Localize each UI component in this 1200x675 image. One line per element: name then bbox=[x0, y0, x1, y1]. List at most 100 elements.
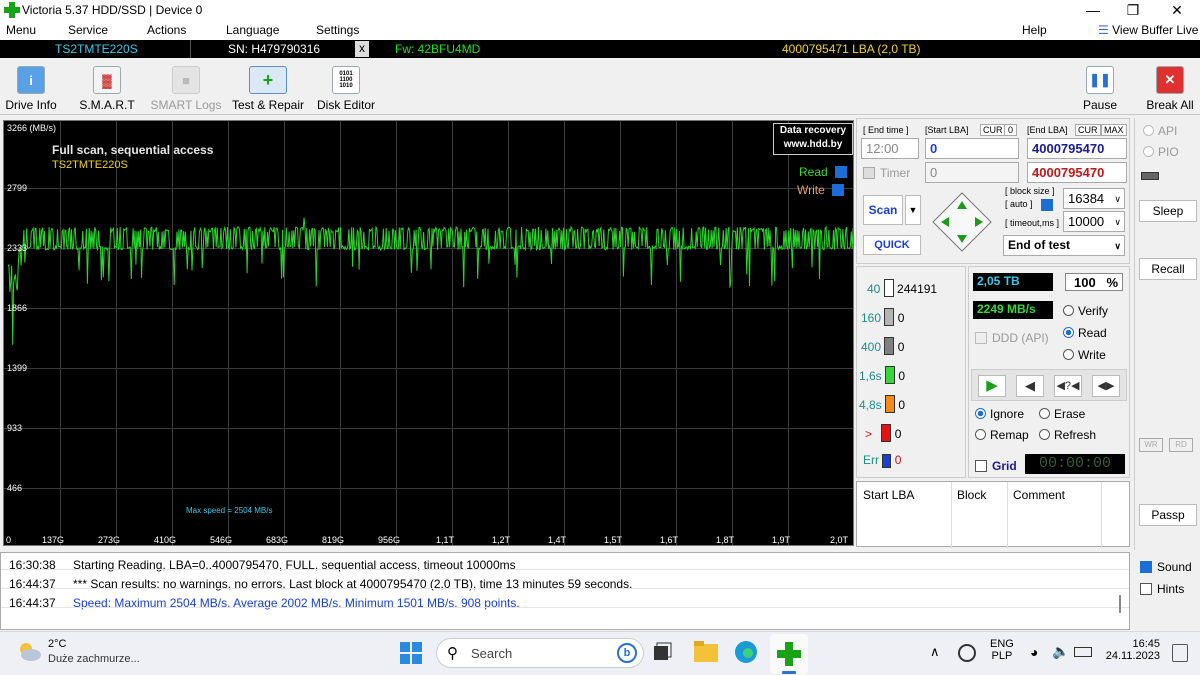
refresh-radio[interactable]: Refresh bbox=[1039, 428, 1096, 442]
timer-field[interactable]: 0 bbox=[925, 162, 1019, 183]
maximize-icon[interactable]: ❐ bbox=[1116, 0, 1150, 21]
menu-help[interactable]: Help bbox=[1022, 23, 1047, 37]
verify-radio-icon bbox=[1063, 305, 1074, 316]
smart-button[interactable]: ▓ S.M.A.R.T bbox=[76, 64, 138, 114]
smart-label: S.M.A.R.T bbox=[79, 98, 135, 112]
api-radio-icon bbox=[1143, 125, 1154, 136]
skip-back-icon[interactable]: ◀?◀ bbox=[1054, 375, 1082, 397]
smart-logs-button[interactable]: ■ SMART Logs bbox=[150, 64, 222, 114]
end-cur-button[interactable]: CUR bbox=[1075, 124, 1101, 136]
ddd-api-checkbox[interactable]: DDD (API) bbox=[975, 331, 1049, 345]
break-all-button[interactable]: ✕ Break All bbox=[1144, 64, 1196, 114]
notification-icon[interactable] bbox=[1172, 644, 1188, 662]
pio-radio[interactable]: PIO bbox=[1143, 145, 1179, 159]
end-time-field[interactable]: 12:00 bbox=[861, 138, 919, 159]
close-icon[interactable]: ✕ bbox=[1160, 0, 1194, 21]
auto-checkbox[interactable] bbox=[1041, 199, 1053, 211]
log-scrollbar[interactable] bbox=[1119, 595, 1121, 613]
max-button[interactable]: MAX bbox=[1101, 124, 1127, 136]
device-model[interactable]: TS2TMTE220S bbox=[55, 42, 138, 56]
block-size-select[interactable]: 16384 ∨ bbox=[1063, 188, 1125, 209]
verify-radio[interactable]: Verify bbox=[1063, 304, 1108, 318]
data-recovery-ad[interactable]: Data recovery www.hdd.by bbox=[773, 123, 853, 155]
wifi-icon[interactable]: ◕ bbox=[1030, 644, 1038, 660]
sound-checkbox[interactable]: Sound bbox=[1140, 560, 1192, 574]
edge-browser-icon[interactable] bbox=[734, 640, 758, 664]
erase-radio[interactable]: Erase bbox=[1039, 407, 1085, 421]
end-lba-field[interactable]: 4000795470 bbox=[1027, 138, 1127, 159]
language-indicator[interactable]: ENG PLP bbox=[990, 638, 1014, 662]
stat-count: 0 bbox=[898, 398, 906, 412]
end-lba-field-2[interactable]: 4000795470 bbox=[1027, 162, 1127, 183]
grid-label: Grid bbox=[992, 459, 1017, 473]
start-lba-field[interactable]: 0 bbox=[925, 138, 1019, 159]
write-radio[interactable]: Write bbox=[1063, 348, 1106, 362]
test-repair-button[interactable]: + Test & Repair bbox=[230, 64, 306, 114]
menu-language[interactable]: Language bbox=[226, 23, 279, 37]
timer-checkbox[interactable]: Timer bbox=[863, 166, 910, 180]
skip-end-icon[interactable]: ◀▶ bbox=[1092, 375, 1120, 397]
ignore-radio[interactable]: Ignore bbox=[975, 407, 1024, 421]
stat-row: 160 0 bbox=[861, 308, 904, 326]
grid-checkbox[interactable]: Grid bbox=[975, 459, 1017, 473]
legend-read[interactable]: Read bbox=[799, 165, 852, 179]
scan-dropdown-icon[interactable]: ▼ bbox=[905, 195, 921, 225]
read-label: Read bbox=[1078, 326, 1107, 340]
windows-start-icon[interactable] bbox=[400, 642, 422, 664]
menu-settings[interactable]: Settings bbox=[316, 23, 359, 37]
victoria-taskbar-button[interactable] bbox=[770, 634, 808, 674]
stat-label: 1,6s bbox=[859, 369, 882, 383]
task-view-icon[interactable] bbox=[652, 642, 672, 662]
tray-overflow-icon[interactable]: ∧ bbox=[930, 644, 940, 660]
read-checkbox[interactable] bbox=[835, 166, 848, 178]
legend-write[interactable]: Write bbox=[797, 183, 849, 197]
write-checkbox[interactable] bbox=[832, 184, 845, 196]
language-primary: ENG bbox=[990, 638, 1014, 650]
sleep-button[interactable]: Sleep bbox=[1139, 200, 1197, 222]
timeout-select[interactable]: 10000 ∨ bbox=[1063, 211, 1125, 232]
pause-button[interactable]: ❚❚ Pause bbox=[1078, 64, 1122, 114]
close-device-button[interactable]: x bbox=[355, 41, 369, 57]
play-icon[interactable]: ▶ bbox=[978, 375, 1006, 397]
read-radio[interactable]: Read bbox=[1063, 326, 1107, 340]
ad-line-2: www.hdd.by bbox=[783, 139, 843, 150]
battery-icon[interactable] bbox=[1074, 647, 1092, 657]
y-tick: 2333 bbox=[7, 243, 28, 253]
rd-button[interactable]: RD bbox=[1169, 438, 1193, 452]
timeout-value: 10000 bbox=[1068, 214, 1105, 229]
api-radio[interactable]: API bbox=[1143, 124, 1177, 138]
disk-editor-button[interactable]: 0101 1100 1010 Disk Editor bbox=[316, 64, 376, 114]
stat-row: 400 0 bbox=[861, 337, 904, 355]
col-divider bbox=[951, 482, 952, 548]
y-tick: 2799 bbox=[7, 183, 28, 193]
passp-button[interactable]: Passp bbox=[1139, 504, 1197, 526]
event-log[interactable]: 16:30:38 Starting Reading, LBA=0..4000795… bbox=[0, 552, 1130, 630]
cur-button[interactable]: CUR bbox=[980, 124, 1006, 136]
taskbar-search[interactable]: ⚲ Search b bbox=[436, 638, 644, 668]
remap-radio[interactable]: Remap bbox=[975, 428, 1029, 442]
volume-icon[interactable]: 🔈 bbox=[1052, 643, 1069, 660]
file-explorer-icon[interactable] bbox=[694, 641, 718, 663]
direction-pad[interactable] bbox=[931, 191, 993, 253]
clock[interactable]: 16:45 24.11.2023 bbox=[1104, 638, 1160, 662]
menu-actions[interactable]: Actions bbox=[147, 23, 186, 37]
weather-cloud-icon[interactable] bbox=[16, 640, 42, 662]
hints-checkbox[interactable]: Hints bbox=[1140, 582, 1184, 596]
minimize-icon[interactable]: — bbox=[1076, 0, 1110, 21]
quick-button[interactable]: QUICK bbox=[863, 235, 921, 255]
pause-label: Pause bbox=[1082, 98, 1118, 112]
view-buffer-live[interactable]: ☰ View Buffer Live bbox=[1098, 23, 1198, 37]
menu-service[interactable]: Service bbox=[68, 23, 108, 37]
rewind-icon[interactable]: ◀ bbox=[1016, 375, 1044, 397]
weather-temp: 2°C bbox=[48, 638, 67, 650]
speed-graph[interactable]: 3266 (MB/s) 2799 2333 1866 1399 933 466 … bbox=[3, 120, 854, 546]
menu-menu[interactable]: Menu bbox=[6, 23, 36, 37]
drive-info-button[interactable]: i Drive Info bbox=[2, 64, 60, 114]
scan-button[interactable]: Scan bbox=[863, 195, 903, 225]
recall-button[interactable]: Recall bbox=[1139, 258, 1197, 280]
network-status-icon[interactable] bbox=[958, 644, 976, 662]
device-info-bar: TS2TMTE220S SN: H479790316 x Fw: 42BFU4M… bbox=[0, 40, 1200, 58]
power-indicator-icon bbox=[1141, 172, 1159, 180]
wr-button[interactable]: WR bbox=[1139, 438, 1163, 452]
end-mode-select[interactable]: End of test ∨ bbox=[1003, 235, 1125, 256]
